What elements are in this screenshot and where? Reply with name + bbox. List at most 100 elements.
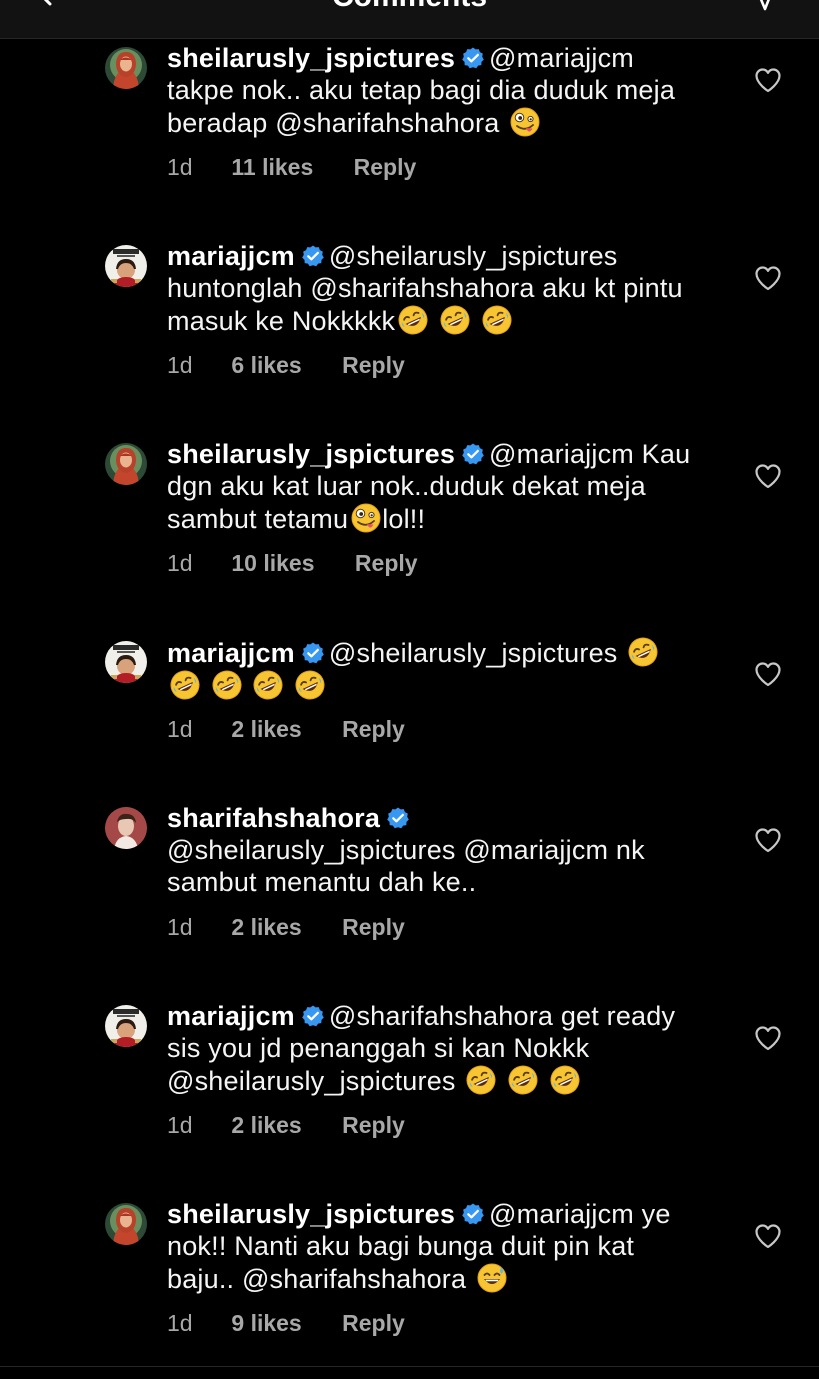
rofl-emoji-icon: [481, 304, 513, 336]
avatar-image: [105, 47, 147, 89]
comment-username[interactable]: sharifahshahora: [167, 803, 380, 833]
verified-badge-icon: [461, 442, 485, 466]
avatar-image: [105, 245, 147, 287]
comment-likes[interactable]: 2 likes: [231, 716, 301, 743]
rofl-emoji-icon: [549, 1064, 581, 1096]
heart-icon[interactable]: [754, 827, 782, 853]
comment-text: @sheilarusly_jspictures: [328, 241, 618, 271]
avatar-image: [105, 641, 147, 683]
verified-badge-icon: [461, 1202, 485, 1226]
comment-username[interactable]: mariajjcm: [167, 1001, 295, 1031]
comment-likes[interactable]: 2 likes: [231, 1112, 301, 1139]
comment-body: mariajjcm @sheilarusly_jspictures huntong…: [167, 240, 727, 337]
verified-badge-icon: [301, 244, 325, 268]
comment-time: 1d: [167, 352, 193, 378]
comment-body: mariajjcm @sharifahshahora get ready sis …: [167, 1000, 727, 1097]
comment-time: 1d: [167, 550, 193, 576]
comment-text: baju.. @sharifahshahora: [167, 1264, 467, 1294]
reply-button[interactable]: Reply: [355, 550, 418, 577]
rofl-emoji-icon: [169, 669, 201, 701]
comment-text: huntonglah @sharifahshahora aku kt pintu: [167, 273, 683, 303]
zany-face-emoji-icon: [509, 106, 541, 138]
comment-text: beradap @sharifahshahora: [167, 108, 500, 138]
comment-meta: 1d 2 likes Reply: [167, 716, 405, 743]
comment-text: @sheilarusly_jspictures: [167, 1066, 456, 1096]
avatar-image: [105, 807, 147, 849]
comment-body: mariajjcm @sheilarusly_jspictures: [167, 636, 727, 702]
reply-button[interactable]: Reply: [342, 716, 405, 743]
comment-text: sambut tetamu: [167, 504, 349, 534]
comment-meta: 1d 10 likes Reply: [167, 550, 418, 577]
comment-time: 1d: [167, 1310, 193, 1336]
comment-likes[interactable]: 6 likes: [231, 352, 301, 379]
comment-likes[interactable]: 2 likes: [231, 914, 301, 941]
comment-text: masuk ke Nokkkkk: [167, 306, 396, 336]
avatar-image: [105, 1203, 147, 1245]
heart-icon[interactable]: [754, 463, 782, 489]
avatar[interactable]: [105, 245, 147, 287]
comment-text: @sharifahshahora get ready: [328, 1001, 676, 1031]
heart-icon[interactable]: [754, 1223, 782, 1249]
heart-icon[interactable]: [754, 661, 782, 687]
comment-meta: 1d 2 likes Reply: [167, 914, 405, 941]
comment-text: @mariajjcm: [489, 43, 634, 73]
comment-time: 1d: [167, 716, 193, 742]
send-icon[interactable]: [745, 0, 779, 12]
comment-username[interactable]: sheilarusly_jspictures: [167, 1199, 455, 1229]
reply-button[interactable]: Reply: [342, 352, 405, 379]
comment-text: sis you jd penanggah si kan Nokkk: [167, 1033, 590, 1063]
heart-icon[interactable]: [754, 67, 782, 93]
verified-badge-icon: [301, 641, 325, 665]
rofl-emoji-icon: [397, 304, 429, 336]
rofl-emoji-icon: [252, 669, 284, 701]
verified-badge-icon: [301, 1004, 325, 1028]
grinning-sweat-emoji-icon: [476, 1262, 508, 1294]
comment-likes[interactable]: 10 likes: [231, 550, 314, 577]
comment-text: @mariajjcm Kau: [489, 439, 691, 469]
top-bar: Comments: [0, 0, 819, 39]
avatar[interactable]: [105, 807, 147, 849]
comment-meta: 1d 9 likes Reply: [167, 1310, 405, 1337]
reply-button[interactable]: Reply: [342, 914, 405, 941]
reply-button[interactable]: Reply: [342, 1310, 405, 1337]
reply-button[interactable]: Reply: [354, 154, 417, 181]
avatar-image: [105, 1005, 147, 1047]
avatar[interactable]: [105, 1203, 147, 1245]
rofl-emoji-icon: [627, 636, 659, 668]
comment-text: takpe nok.. aku tetap bagi dia duduk mej…: [167, 75, 676, 105]
heart-icon[interactable]: [754, 1025, 782, 1051]
comment-time: 1d: [167, 154, 193, 180]
comment-meta: 1d 6 likes Reply: [167, 352, 405, 379]
avatar[interactable]: [105, 641, 147, 683]
verified-badge-icon: [386, 806, 410, 830]
rofl-emoji-icon: [211, 669, 243, 701]
avatar[interactable]: [105, 443, 147, 485]
reply-button[interactable]: Reply: [342, 1112, 405, 1139]
comment-time: 1d: [167, 914, 193, 940]
rofl-emoji-icon: [439, 304, 471, 336]
comment-username[interactable]: sheilarusly_jspictures: [167, 43, 455, 73]
avatar-image: [105, 443, 147, 485]
comment-username[interactable]: mariajjcm: [167, 638, 295, 668]
comment-text: @mariajjcm ye: [489, 1199, 671, 1229]
comment-time: 1d: [167, 1112, 193, 1138]
comment-text: @sheilarusly_jspictures: [328, 638, 618, 668]
comment-body: sharifahshahora @sheilarusly_jspictures …: [167, 802, 727, 898]
comment-body: sheilarusly_jspictures @mariajjcm takpe n…: [167, 42, 727, 139]
comment-likes[interactable]: 9 likes: [231, 1310, 301, 1337]
comment-text: nok!! Nanti aku bagi bunga duit pin kat: [167, 1231, 635, 1261]
avatar[interactable]: [105, 47, 147, 89]
verified-badge-icon: [461, 46, 485, 70]
divider: [0, 1366, 819, 1367]
rofl-emoji-icon: [465, 1064, 497, 1096]
comment-text: @sheilarusly_jspictures @mariajjcm nk: [167, 835, 645, 865]
comment-text: lol!!: [382, 504, 426, 534]
heart-icon[interactable]: [754, 265, 782, 291]
avatar[interactable]: [105, 1005, 147, 1047]
comment-username[interactable]: mariajjcm: [167, 241, 295, 271]
comment-username[interactable]: sheilarusly_jspictures: [167, 439, 455, 469]
comment-body: sheilarusly_jspictures @mariajjcm ye nok!…: [167, 1198, 727, 1295]
comment-meta: 1d 11 likes Reply: [167, 154, 416, 181]
comment-likes[interactable]: 11 likes: [231, 154, 313, 181]
rofl-emoji-icon: [507, 1064, 539, 1096]
